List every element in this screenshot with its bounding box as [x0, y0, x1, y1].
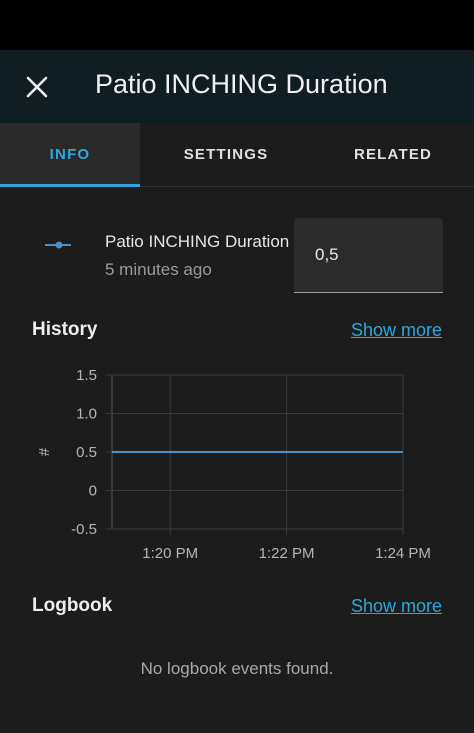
x-tick-label: 1:22 PM [259, 545, 315, 562]
dialog-header: Patio INCHING Duration [0, 50, 474, 123]
y-axis-label: # [36, 447, 53, 456]
more-info-dialog: Patio INCHING Duration INFO SETTINGS REL… [0, 50, 474, 733]
last-changed: 5 minutes ago [105, 260, 212, 279]
ray-vertex-icon [45, 241, 71, 249]
x-tick-label: 1:24 PM [375, 545, 431, 562]
value-input-field[interactable] [294, 218, 443, 293]
y-tick-label: 1.5 [76, 367, 97, 384]
close-icon [26, 76, 48, 98]
y-tick-label: 1.0 [76, 406, 97, 423]
history-show-more-link[interactable]: Show more [351, 320, 442, 341]
logbook-empty-message: No logbook events found. [140, 659, 334, 678]
status-bar [0, 0, 474, 50]
x-tick-label: 1:20 PM [142, 545, 198, 562]
y-tick-label: 0.5 [76, 444, 97, 461]
tab-related[interactable]: RELATED [312, 123, 474, 186]
history-chart: 1.5 1.0 0.5 0 -0.5 1:20 PM 1:22 PM 1:24 PM # [36, 367, 431, 562]
logbook-title: Logbook [32, 595, 113, 616]
history-title: History [32, 319, 98, 340]
y-tick-label: -0.5 [71, 521, 97, 538]
tab-settings[interactable]: SETTINGS [140, 123, 312, 186]
logbook-show-more-link[interactable]: Show more [351, 596, 442, 617]
entity-name: Patio INCHING Duration [105, 232, 290, 251]
tab-info[interactable]: INFO [0, 123, 140, 187]
tab-bar: INFO SETTINGS RELATED [0, 123, 474, 187]
y-tick-label: 0 [89, 483, 97, 500]
close-button[interactable] [14, 64, 60, 110]
value-input[interactable] [294, 218, 443, 292]
dialog-title: Patio INCHING Duration [95, 69, 388, 99]
